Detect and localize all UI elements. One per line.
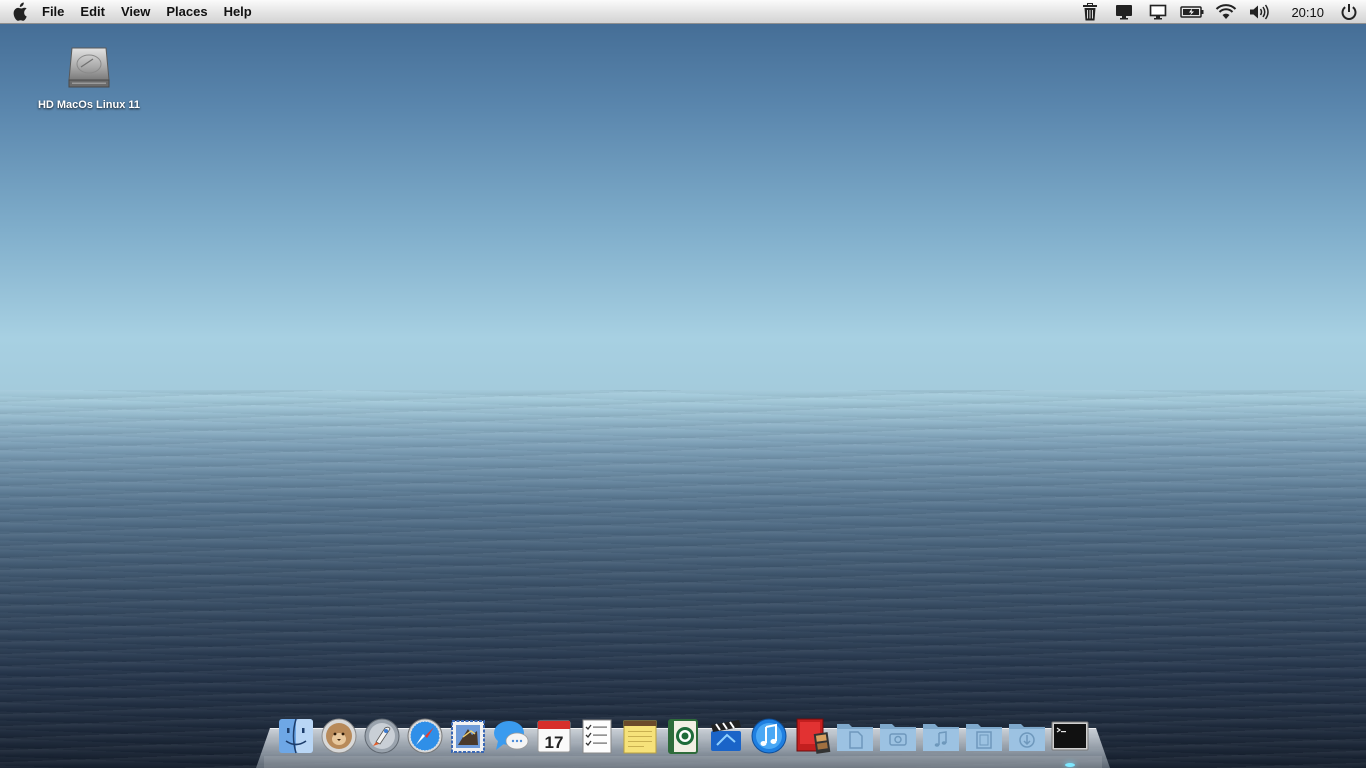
dock-reflection — [264, 756, 1102, 768]
menu-file[interactable]: File — [40, 0, 72, 24]
wallpaper-ripples — [0, 390, 1366, 768]
running-indicator — [1065, 763, 1075, 767]
notes-icon[interactable] — [620, 716, 660, 756]
menu-view[interactable]: View — [113, 0, 158, 24]
volume-icon[interactable] — [1248, 2, 1272, 22]
itunes-icon[interactable] — [749, 716, 789, 756]
pictures-folder-icon[interactable] — [878, 716, 918, 756]
documents-folder-icon[interactable] — [835, 716, 875, 756]
power-icon[interactable] — [1337, 2, 1361, 22]
downloads-folder-icon[interactable] — [1007, 716, 1047, 756]
display-icon[interactable] — [1112, 2, 1136, 22]
messages-icon[interactable] — [491, 716, 531, 756]
hard-drive-icon — [66, 44, 112, 95]
monitor-icon[interactable] — [1146, 2, 1170, 22]
music-folder-icon[interactable] — [921, 716, 961, 756]
apple-menu-icon[interactable] — [0, 0, 40, 24]
desktop-icon-hard-drive[interactable]: HD MacOs Linux 11 — [30, 44, 148, 111]
wifi-icon[interactable] — [1214, 2, 1238, 22]
reminders-icon[interactable] — [577, 716, 617, 756]
safari-icon[interactable] — [405, 716, 445, 756]
menu-edit[interactable]: Edit — [72, 0, 113, 24]
calendar-icon[interactable]: 17 — [534, 716, 574, 756]
desktop-icon-label: HD MacOs Linux 11 — [37, 99, 141, 111]
finder-icon[interactable] — [276, 716, 316, 756]
mail-icon[interactable] — [448, 716, 488, 756]
trash-icon[interactable] — [1078, 2, 1102, 22]
battery-icon[interactable] — [1180, 2, 1204, 22]
calendar-day: 17 — [545, 733, 564, 752]
movies-folder-icon[interactable] — [964, 716, 1004, 756]
menu-bar: File Edit View Places Help 20:10 — [0, 0, 1366, 24]
dock: 17 — [276, 714, 1093, 756]
menu-places[interactable]: Places — [158, 0, 215, 24]
mountain-lion-icon[interactable] — [319, 716, 359, 756]
terminal-icon[interactable] — [1050, 716, 1090, 756]
imovie-icon[interactable] — [706, 716, 746, 756]
menu-help[interactable]: Help — [216, 0, 260, 24]
clock[interactable]: 20:10 — [1291, 5, 1324, 20]
system-tray: 20:10 — [1073, 0, 1366, 24]
address-book-icon[interactable] — [663, 716, 703, 756]
photo-booth-icon[interactable] — [792, 716, 832, 756]
launchpad-icon[interactable] — [362, 716, 402, 756]
